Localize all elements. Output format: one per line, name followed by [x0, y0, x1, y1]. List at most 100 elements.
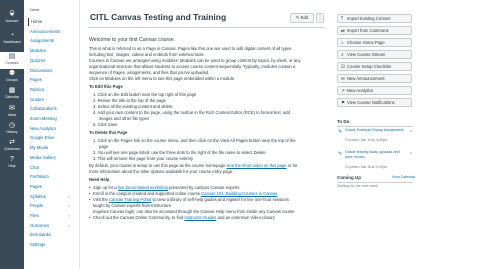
course-nav-item-grades[interactable]: Grades [30, 96, 44, 104]
course-nav-item-new-analytics[interactable]: New Analytics [30, 125, 56, 133]
todo-item[interactable]: ✎ Grade testing study uploads and peer re… [337, 150, 412, 170]
coming-up-empty: Nothing for the next week [337, 184, 378, 188]
content-line: including text, images, videos and embed… [89, 52, 205, 58]
course-nav-item-media-gallery[interactable]: Media Gallery [30, 154, 56, 162]
content-link[interactable]: live Zoom-based workshop [118, 185, 168, 190]
course-nav-item-modules[interactable]: Modules [30, 47, 46, 55]
dismiss-icon[interactable]: × [410, 150, 412, 155]
course-nav-item-google-drive[interactable]: Google Drive [30, 134, 54, 142]
hidden-eye-icon: ◐ [68, 222, 71, 228]
global-nav-dashboard[interactable]: ◔ Dashboard [0, 31, 24, 48]
todo-title[interactable]: Grade testing study uploads and peer rev… [345, 150, 405, 159]
history-icon: ◷ [8, 122, 16, 129]
course-nav-item-people[interactable]: People [30, 202, 43, 210]
content-line: Enroll in the campus created and support… [89, 191, 277, 197]
course-nav-item-home[interactable]: Home [28, 18, 42, 26]
content-line: page [99, 144, 108, 150]
course-nav-item-pages[interactable]: Pages [30, 183, 42, 191]
content-line: organizational structure that allows stu… [89, 64, 295, 70]
course-nav-item-collaborations[interactable]: Collaborations [30, 105, 57, 113]
content-text: Enroll in the campus created and support… [93, 191, 202, 196]
global-nav-groups[interactable]: ⚉ Groups [0, 69, 24, 86]
content-link[interactable]: See the short video on this page [227, 163, 287, 168]
content-line: Inquiries Canvas login, can also be acce… [93, 209, 295, 215]
course-nav-item-pages[interactable]: Pages [30, 76, 42, 84]
content-heading: Welcome to your first Canvas course. [89, 37, 175, 43]
content-line: more information about the other options… [89, 169, 233, 175]
breadcrumb-home[interactable]: Home [30, 8, 39, 12]
global-nav-label: Dashboard [3, 40, 21, 44]
user-icon: ● [9, 11, 15, 18]
view-course-stream-button[interactable]: ≡ View Course Stream [337, 50, 412, 59]
content-line: 4. Add your own content to the page, usi… [93, 110, 290, 116]
todo-item[interactable]: ✎ Grade Example Essay Assignment 10 points… [337, 128, 412, 148]
content-text: 2. You will see one page listed, use the… [93, 150, 266, 155]
coming-up-divider [337, 182, 412, 183]
content-text: organizational structure that allows stu… [89, 64, 296, 69]
dismiss-icon[interactable]: × [410, 128, 412, 133]
choose-home-page-button[interactable]: ⌂ Choose Home Page [337, 38, 412, 47]
content-line: taught by Canvas experts from Instructur… [93, 203, 171, 209]
view-course-notifications-button[interactable]: ⚑ View Course Notifications [337, 98, 412, 107]
sidebar-button-label: Choose Home Page [347, 40, 385, 45]
course-nav-item-announcements[interactable]: Announcements [30, 28, 60, 36]
content-link[interactable]: Canvas Training Portal [109, 197, 151, 202]
content-line: 2. You will see one page listed, use the… [93, 150, 266, 156]
hidden-eye-icon: ◐ [68, 193, 71, 199]
course-nav-item-discussions[interactable]: Discussions [30, 67, 52, 75]
course-nav-item-files[interactable]: Files [30, 212, 39, 220]
sidebar-button-label: New Announcement [347, 76, 385, 81]
course-nav-item-zoom-meeting[interactable]: Zoom Meeting [30, 115, 57, 123]
course-nav-item-settings[interactable]: Settings [30, 241, 45, 249]
global-nav-help[interactable]: ? Help [0, 155, 24, 172]
canvas-logo[interactable] [5, 2, 19, 15]
new-announcement-button[interactable]: ✉ New Announcement [337, 74, 412, 83]
content-text: including text, images, videos and embed… [89, 52, 205, 57]
course-nav-item-quizzes[interactable]: Quizzes [30, 57, 45, 65]
new-analytics-button[interactable]: ↗ New Analytics [337, 86, 412, 95]
content-line: 1. Click on the Edit button near the top… [93, 92, 196, 98]
content-text: more information about the other options… [89, 169, 234, 174]
more-options-button[interactable]: ⋮ [316, 13, 324, 23]
global-nav-inbox[interactable]: ✉ Inbox [0, 104, 24, 121]
page-title: CITL Canvas Testing and Training [90, 12, 227, 22]
global-nav-label: Groups [6, 78, 18, 82]
course-nav-item-syllabus[interactable]: Syllabus [30, 193, 46, 201]
global-nav-account[interactable]: ● Account [0, 10, 24, 27]
course-nav-item-my-media[interactable]: My Media [30, 144, 48, 152]
sidebar-button-label: Import Existing Content [347, 16, 391, 21]
content-text: and an extensive Video Library [216, 215, 275, 220]
global-nav-label: Help [8, 164, 16, 168]
course-nav-item-rubrics[interactable]: Rubrics [30, 86, 44, 94]
edit-button[interactable]: ✎ Edit [290, 13, 314, 23]
content-line: This is what is referred to as a Page in… [89, 46, 292, 52]
global-nav-commons[interactable]: ⇄ Commons [0, 138, 24, 155]
content-text: 3. This will remove this page from your … [93, 156, 194, 161]
content-text: to view a library of self-help guides an… [151, 197, 289, 202]
todo-title[interactable]: Grade Example Essay Assignment [345, 128, 405, 133]
content-line: 2. Revise the title at the top of the pa… [93, 98, 166, 104]
content-text: Inquiries Canvas login, can also be acce… [93, 209, 295, 214]
course-nav-item-portfolium[interactable]: Portfolium [30, 173, 49, 181]
global-nav-courses[interactable]: ▤ Courses [0, 52, 24, 69]
content-link[interactable]: Canvas 101: Building Courses in Canvas [201, 191, 277, 196]
import-existing-content-button[interactable]: ⤒ Import Existing Content [337, 14, 412, 23]
hidden-eye-icon: ◐ [68, 203, 71, 209]
content-line: Check out the Canvas Online Community, t… [89, 215, 275, 221]
canvas-course-home: ● Account ◔ Dashboard ▤ Courses ⚉ Groups ▦ Calend… [0, 0, 478, 269]
course-nav-item-assignments[interactable]: Assignments [30, 37, 54, 45]
course-setup-checklist-button[interactable]: ☑ Course Setup Checklist [337, 62, 412, 71]
content-heading: Need Help [89, 177, 109, 183]
book-icon: ▤ [8, 53, 16, 60]
content-link[interactable]: Instructor Guides [184, 215, 216, 220]
view-calendar-link[interactable]: View Calendar [392, 175, 415, 179]
course-nav-item-outcomes[interactable]: Outcomes [30, 222, 49, 230]
import-from-commons-button[interactable]: ⇄ Import from Commons [337, 26, 412, 35]
content-line: By default, your course is setup to use … [89, 163, 298, 169]
course-nav-item-item-banks[interactable]: Item Banks [30, 231, 51, 239]
global-nav-history[interactable]: ◷ History [0, 121, 24, 138]
course-nav-item-chat[interactable]: Chat [30, 164, 39, 172]
content-heading: To Edit this Page [89, 84, 123, 90]
global-nav-calendar[interactable]: ▦ Calendar [0, 86, 24, 103]
sidebar-button-label: View Course Notifications [347, 100, 395, 105]
